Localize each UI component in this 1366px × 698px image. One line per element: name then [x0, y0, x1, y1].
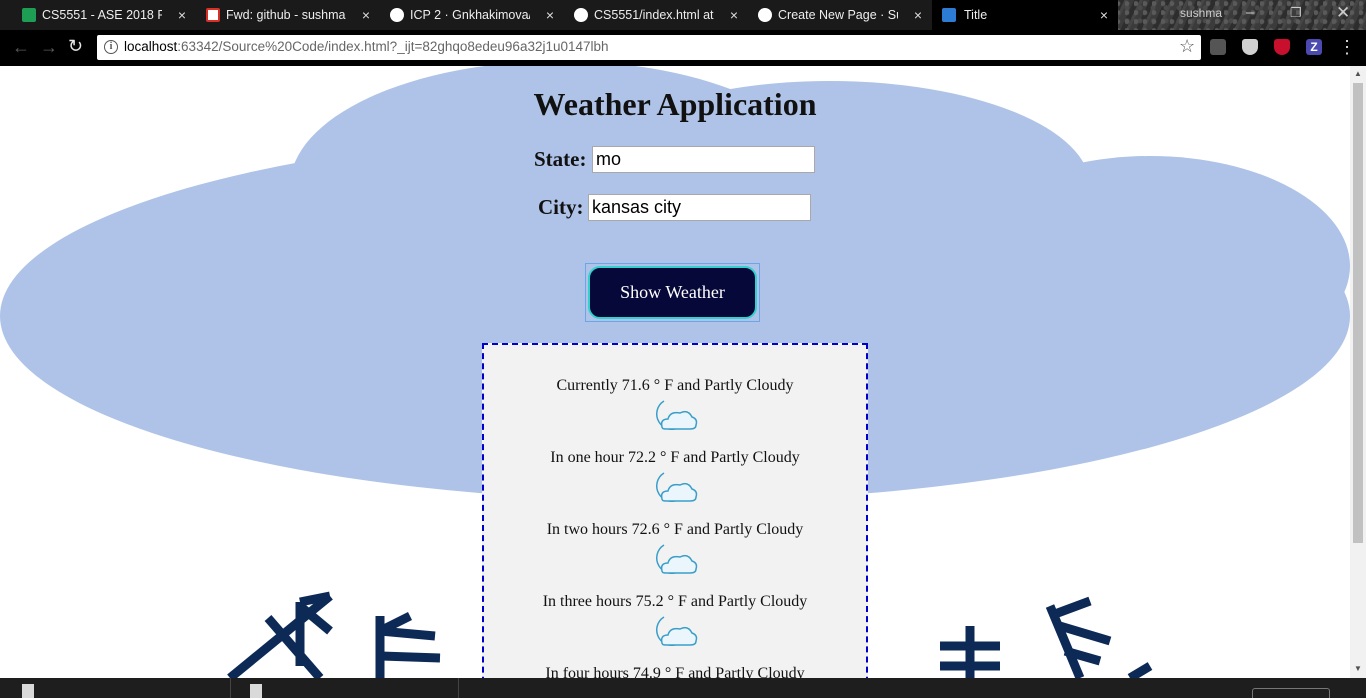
tab-gmail[interactable]: Fwd: github - sushmasr ×: [196, 0, 380, 30]
tab-cs5551-sheet[interactable]: CS5551 - ASE 2018 Fall ×: [0, 0, 196, 30]
webstorm-icon: [942, 8, 956, 22]
reload-icon[interactable]: ↻: [68, 37, 83, 55]
tab-title: CS5551/index.html at m: [594, 8, 714, 22]
partly-cloudy-night-icon: [655, 400, 698, 430]
restore-icon[interactable]: ❐: [1290, 5, 1302, 21]
github-icon: [574, 8, 588, 22]
forecast-text: Currently 71.6 ° F and Partly Cloudy: [556, 377, 794, 394]
forecast-item: In one hour 72.2 ° F and Partly Cloudy: [484, 449, 866, 505]
forward-arrow-icon[interactable]: →: [40, 38, 58, 56]
url-path: :63342/Source%20Code/index.html?_ijt=82g…: [177, 39, 609, 54]
profile-name[interactable]: sushma: [1180, 6, 1222, 20]
tab-title: Create New Page · Sush: [778, 8, 898, 22]
page-scrollbar[interactable]: ▲ ▼: [1350, 66, 1366, 678]
page-title: Weather Application: [533, 86, 817, 122]
snowflake-left-icon: [227, 591, 441, 678]
forecast-item: In two hours 72.6 ° F and Partly Cloudy: [484, 521, 866, 577]
download-file-icon[interactable]: [250, 684, 262, 698]
forecast-text: In two hours 72.6 ° F and Partly Cloudy: [546, 521, 804, 538]
close-icon[interactable]: ×: [914, 6, 922, 24]
city-input[interactable]: [588, 194, 811, 221]
window-close-icon[interactable]: ✕: [1336, 3, 1350, 23]
google-sheets-icon: [22, 8, 36, 22]
incognito-ext-icon[interactable]: [1210, 39, 1226, 55]
download-file-icon[interactable]: [22, 684, 34, 698]
close-icon[interactable]: ×: [730, 6, 738, 24]
download-divider: [230, 678, 231, 698]
tab-title: CS5551 - ASE 2018 Fall: [42, 8, 162, 22]
tab-title: Title: [964, 8, 988, 22]
bookmark-star-icon[interactable]: ☆: [1179, 36, 1195, 57]
z-ext-icon[interactable]: Z: [1306, 39, 1322, 55]
close-icon[interactable]: ×: [178, 6, 186, 24]
show-all-downloads-button[interactable]: [1252, 688, 1330, 698]
forecast-item: Currently 71.6 ° F and Partly Cloudy: [484, 377, 866, 433]
tab-icp2-github[interactable]: ICP 2 · Gnkhakimova/C ×: [380, 0, 564, 30]
snowflake-right-icon: [940, 596, 1153, 678]
tab-title: Fwd: github - sushmasr: [226, 8, 346, 22]
close-icon[interactable]: ×: [1100, 6, 1108, 24]
gmail-icon: [206, 8, 220, 22]
tab-title-active[interactable]: Title ×: [932, 0, 1118, 30]
forecast-text: In three hours 75.2 ° F and Partly Cloud…: [542, 593, 808, 610]
github-icon: [390, 8, 404, 22]
downloads-bar: [0, 678, 1366, 698]
scroll-up-arrow-icon[interactable]: ▲: [1354, 69, 1362, 78]
partly-cloudy-night-icon: [655, 616, 698, 646]
info-icon[interactable]: i: [104, 40, 118, 54]
download-divider: [458, 678, 459, 698]
state-input[interactable]: [592, 146, 815, 173]
shield-ext-icon[interactable]: [1242, 39, 1258, 55]
github-icon: [758, 8, 772, 22]
tab-strip: CS5551 - ASE 2018 Fall × Fwd: github - s…: [0, 0, 1366, 30]
minimize-icon[interactable]: –: [1246, 4, 1254, 21]
close-icon[interactable]: ×: [362, 6, 370, 24]
forecast-text: In four hours 74.9 ° F and Partly Cloudy: [545, 665, 805, 678]
city-label: City:: [538, 195, 584, 219]
url-text[interactable]: localhost:63342/Source%20Code/index.html…: [124, 39, 609, 54]
partly-cloudy-night-icon: [655, 544, 698, 574]
show-weather-button-label: Show Weather: [588, 266, 757, 319]
tab-create-new-page[interactable]: Create New Page · Sush ×: [748, 0, 932, 30]
ublock-ext-icon[interactable]: [1274, 39, 1290, 55]
tab-index-github[interactable]: CS5551/index.html at m ×: [564, 0, 748, 30]
scroll-down-arrow-icon[interactable]: ▼: [1354, 664, 1362, 673]
tab-title: ICP 2 · Gnkhakimova/C: [410, 8, 530, 22]
scrollbar-thumb[interactable]: [1353, 83, 1363, 543]
partly-cloudy-night-icon: [655, 472, 698, 502]
show-weather-button[interactable]: Show Weather: [585, 263, 760, 322]
forecast-item: In four hours 74.9 ° F and Partly Cloudy: [484, 665, 866, 678]
back-arrow-icon[interactable]: ←: [12, 38, 30, 56]
forecast-item: In three hours 75.2 ° F and Partly Cloud…: [484, 593, 866, 649]
forecast-text: In one hour 72.2 ° F and Partly Cloudy: [550, 449, 800, 466]
state-label: State:: [534, 147, 587, 171]
page-viewport: Weather Application State: City: Show We…: [0, 66, 1350, 678]
menu-icon[interactable]: ⋮: [1338, 38, 1356, 56]
close-icon[interactable]: ×: [546, 6, 554, 24]
forecast-panel: Currently 71.6 ° F and Partly Cloudy In …: [482, 343, 868, 678]
url-host: localhost: [124, 39, 178, 54]
